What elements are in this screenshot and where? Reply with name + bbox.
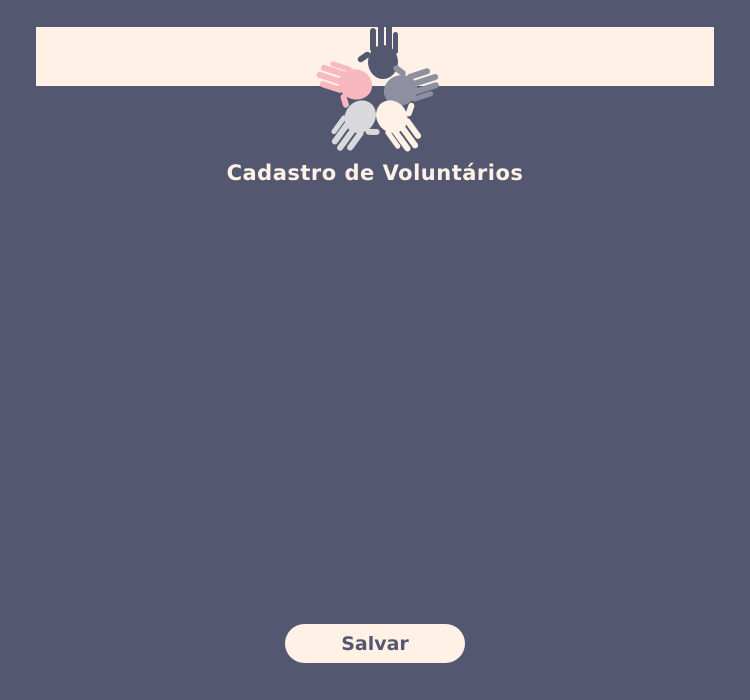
hands-logo-icon: [290, 18, 460, 168]
page-title: Cadastro de Voluntários: [226, 161, 524, 185]
save-button[interactable]: Salvar: [285, 624, 465, 663]
